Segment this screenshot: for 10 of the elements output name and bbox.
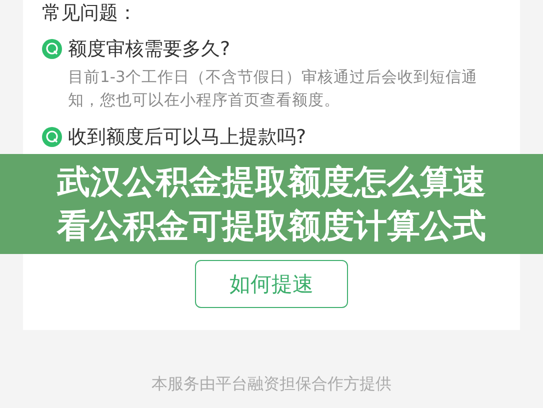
question-text: 收到额度后可以马上提款吗? <box>68 126 306 148</box>
section-title: 常见问题： <box>42 2 138 24</box>
question-icon <box>42 39 62 59</box>
answer-text: 目前1-3个工作日（不含节假日）审核通过后会收到短信通知，您也可以在小程序首页查看额度。 <box>68 67 478 111</box>
footer-text: 本服务由平台融资担保合作方提供 <box>150 374 392 395</box>
banner-title: 看公积金可提取额度计算公式 <box>57 205 486 247</box>
question-icon <box>42 127 62 147</box>
question-text: 额度审核需要多久? <box>68 38 230 60</box>
speed-up-button[interactable]: 如何提速 <box>195 260 348 308</box>
banner-title: 武汉公积金提取额度怎么算速 <box>57 161 486 203</box>
